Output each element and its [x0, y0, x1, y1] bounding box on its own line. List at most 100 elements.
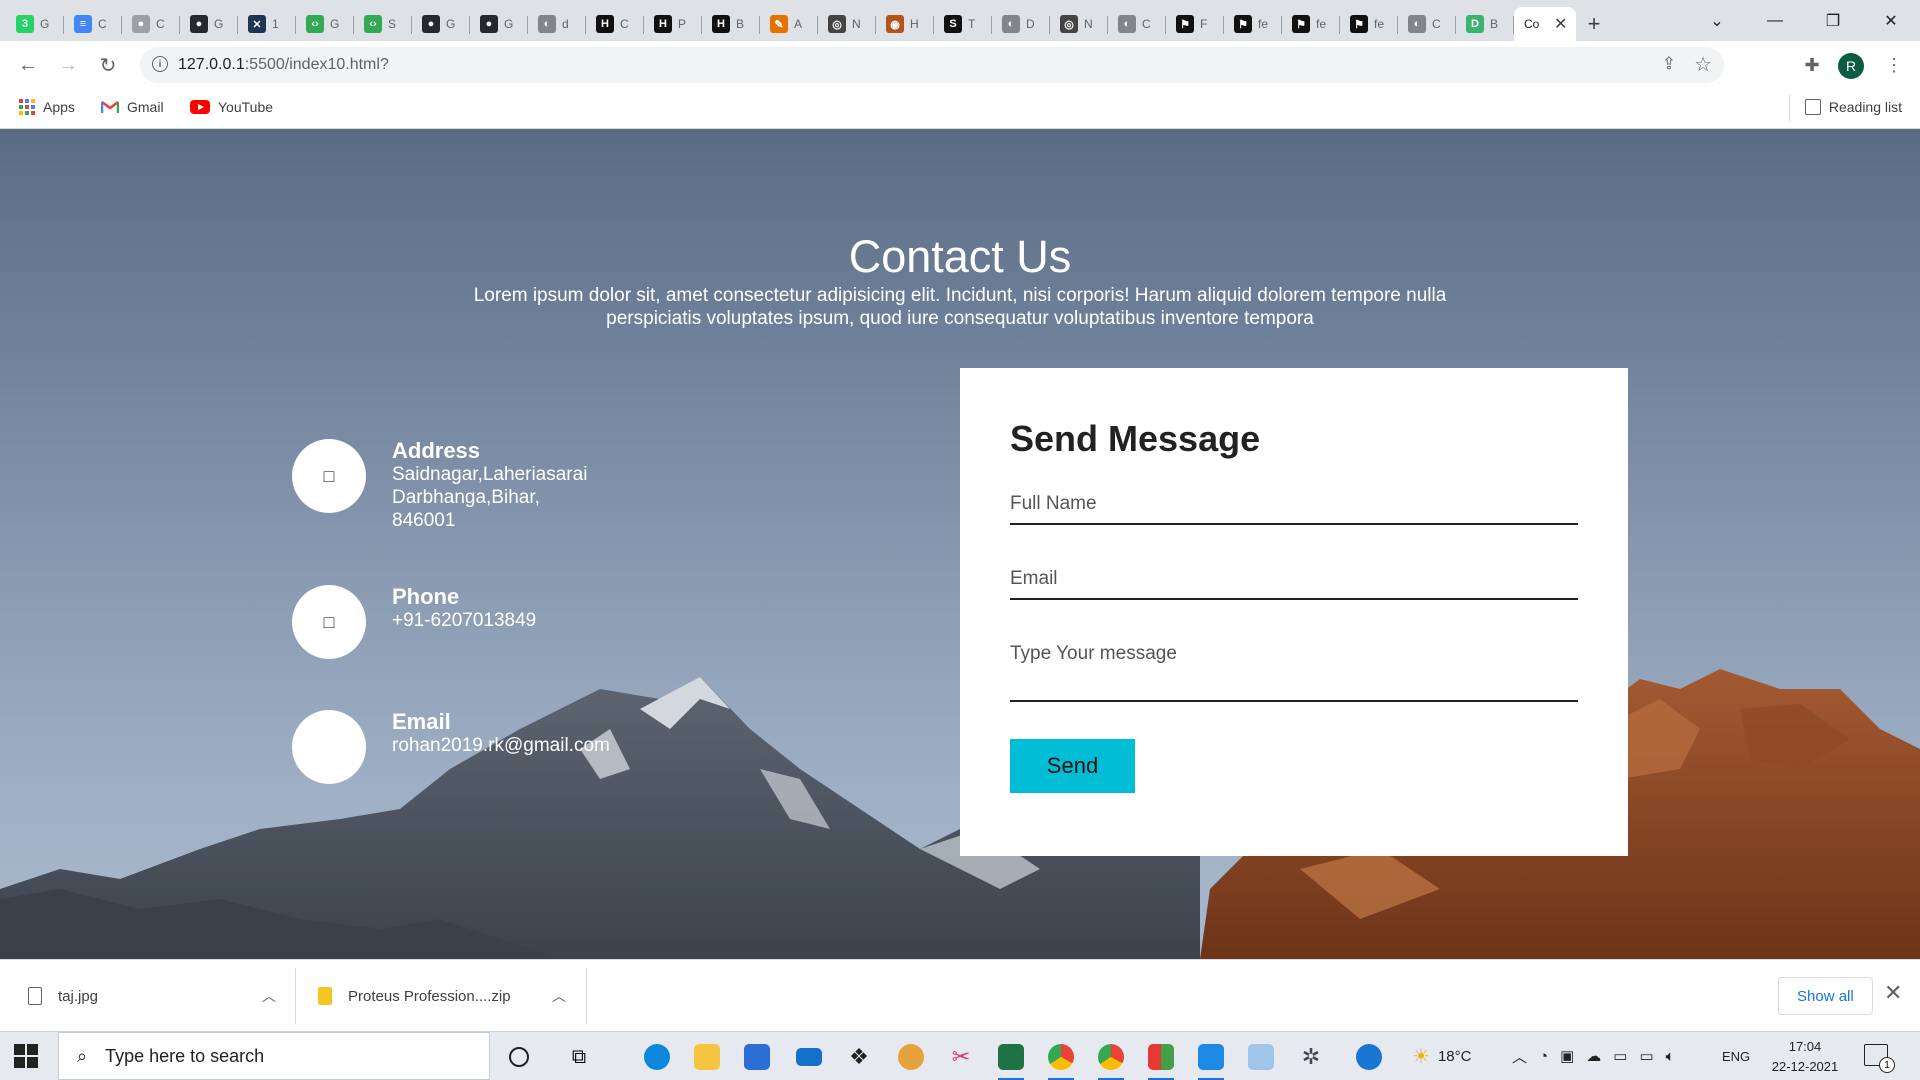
browser-tab[interactable]: ◐ D: [992, 7, 1050, 41]
code-icon: ‹›: [364, 15, 382, 33]
phone-label: Phone: [392, 584, 460, 609]
close-tab-icon[interactable]: ✕: [1554, 14, 1567, 34]
browser-tab[interactable]: ST: [934, 7, 992, 41]
browser-tab[interactable]: DB: [1456, 7, 1514, 41]
browser-tab[interactable]: ⚑ F: [1166, 7, 1224, 41]
reload-button[interactable]: ↻: [92, 49, 124, 81]
chrome-profile-icon[interactable]: [1094, 1040, 1128, 1080]
arrow-right-icon: →: [58, 53, 78, 76]
tab-search-button[interactable]: ⌄: [1688, 0, 1746, 41]
app-icon[interactable]: [894, 1040, 928, 1074]
profile-avatar[interactable]: R: [1838, 53, 1864, 79]
taskbar-search[interactable]: ⌕ Type here to search: [58, 1032, 490, 1080]
browser-tab[interactable]: ⚑ fe: [1224, 7, 1282, 41]
app-icon[interactable]: [1144, 1040, 1178, 1080]
browser-tab[interactable]: ✕ 1: [238, 7, 296, 41]
store-icon[interactable]: [740, 1040, 774, 1074]
chrome-icon[interactable]: [1044, 1040, 1078, 1080]
language-indicator[interactable]: ENG: [1722, 1032, 1750, 1080]
browser-tab[interactable]: ✎ A: [760, 7, 818, 41]
weather-widget[interactable]: ☀ 18°C: [1412, 1032, 1471, 1080]
download-item[interactable]: Proteus Profession....zip ︿: [318, 960, 566, 1032]
vscode-icon[interactable]: [1194, 1040, 1228, 1080]
browser-tab[interactable]: ⚑ fe: [1340, 7, 1398, 41]
browser-tab[interactable]: HC: [586, 7, 644, 41]
browser-tab[interactable]: HB: [702, 7, 760, 41]
bookmark-youtube[interactable]: YouTube: [190, 99, 273, 115]
edge-icon[interactable]: [640, 1040, 674, 1074]
chevron-up-icon[interactable]: ︿: [552, 986, 566, 1006]
app-icon[interactable]: [1244, 1040, 1278, 1074]
menu-button[interactable]: ⋮: [1878, 49, 1910, 81]
reading-list-button[interactable]: Reading list: [1788, 95, 1902, 121]
globe-icon: ◐: [538, 15, 556, 33]
task-view-icon[interactable]: ⧉: [562, 1040, 596, 1074]
browser-tab[interactable]: 3G: [6, 7, 64, 41]
address-bar[interactable]: i 127.0.0.1:5500/index10.html? ⇪ ☆: [140, 47, 1724, 83]
minimize-button[interactable]: —: [1746, 0, 1804, 41]
browser-tab[interactable]: ◉ H: [876, 7, 934, 41]
browser-tab[interactable]: ● G: [180, 7, 238, 41]
browser-tab[interactable]: ‹› S: [354, 7, 412, 41]
language-label: ENG: [1722, 1048, 1751, 1064]
bookmark-apps[interactable]: Apps: [19, 99, 75, 115]
email-input[interactable]: [1010, 560, 1578, 598]
cortana-icon[interactable]: [502, 1040, 536, 1074]
browser-tab[interactable]: ● C: [122, 7, 180, 41]
close-icon[interactable]: ✕: [1884, 980, 1902, 1006]
message-textarea[interactable]: [1010, 635, 1578, 695]
browser-tab[interactable]: ◐ d: [528, 7, 586, 41]
extensions-button[interactable]: ✚: [1796, 49, 1828, 81]
browser-tab[interactable]: ◐ C: [1398, 7, 1456, 41]
browser-tab[interactable]: ● G: [412, 7, 470, 41]
bookmark-label: YouTube: [218, 99, 274, 115]
search-icon: ⌕: [77, 1045, 88, 1066]
browser-tab[interactable]: ◎ N: [1050, 7, 1108, 41]
url-text[interactable]: 127.0.0.1:5500/index10.html?: [178, 56, 389, 74]
browser-tab[interactable]: ◐ C: [1108, 7, 1166, 41]
full-name-input[interactable]: [1010, 485, 1578, 523]
chevron-up-icon[interactable]: ︿: [262, 986, 276, 1006]
bookmark-star-icon[interactable]: ☆: [1694, 52, 1712, 77]
mail-icon[interactable]: [792, 1040, 826, 1074]
maximize-button[interactable]: ❐: [1804, 0, 1862, 41]
browser-tab[interactable]: ‹› G: [296, 7, 354, 41]
app-icon[interactable]: ✲: [1294, 1040, 1328, 1074]
device-icon[interactable]: ▣: [1560, 1047, 1574, 1065]
windows-start-icon[interactable]: [14, 1044, 38, 1068]
email-label: Email: [392, 709, 451, 734]
share-icon[interactable]: ⇪: [1662, 54, 1676, 74]
file-explorer-icon[interactable]: [690, 1040, 724, 1074]
close-window-button[interactable]: ✕: [1862, 0, 1920, 41]
chevron-up-icon[interactable]: ︿: [1512, 1046, 1527, 1067]
bookmark-gmail[interactable]: Gmail: [101, 99, 164, 115]
excel-icon[interactable]: [994, 1040, 1028, 1080]
onedrive-icon[interactable]: ☁: [1586, 1047, 1601, 1065]
new-tab-button[interactable]: +: [1576, 7, 1612, 41]
volume-icon[interactable]: 🔈︎: [1666, 1048, 1675, 1065]
bookmarks-bar: Apps Gmail YouTube Reading list: [0, 89, 1920, 129]
forward-button[interactable]: →: [52, 49, 84, 81]
help-icon[interactable]: [1352, 1040, 1386, 1074]
tab-title: B: [736, 17, 745, 31]
display-icon[interactable]: ▭: [1613, 1047, 1627, 1065]
browser-tab[interactable]: ◎ N: [818, 7, 876, 41]
image-file-icon: [28, 987, 42, 1005]
clock[interactable]: 17:04 22-12-2021: [1760, 1037, 1850, 1077]
notification-icon[interactable]: 1: [1864, 1044, 1895, 1073]
send-button[interactable]: Send: [1010, 739, 1135, 793]
back-button[interactable]: ←: [12, 49, 44, 81]
browser-tab[interactable]: ⚑ fe: [1282, 7, 1340, 41]
tab-title: Co: [1524, 17, 1540, 31]
show-all-button[interactable]: Show all: [1778, 977, 1873, 1015]
browser-tab[interactable]: ≡ C: [64, 7, 122, 41]
battery-icon[interactable]: ▭: [1639, 1047, 1653, 1065]
download-item[interactable]: taj.jpg ︿: [28, 960, 276, 1032]
snipping-tool-icon[interactable]: ✂: [944, 1040, 978, 1074]
dropbox-icon[interactable]: ❖: [842, 1040, 876, 1074]
site-info-icon[interactable]: i: [152, 56, 168, 72]
tab-active[interactable]: Co ✕: [1514, 7, 1576, 41]
network-icon[interactable]: ◔: [1539, 1048, 1548, 1065]
browser-tab[interactable]: HP: [644, 7, 702, 41]
browser-tab[interactable]: ● G: [470, 7, 528, 41]
